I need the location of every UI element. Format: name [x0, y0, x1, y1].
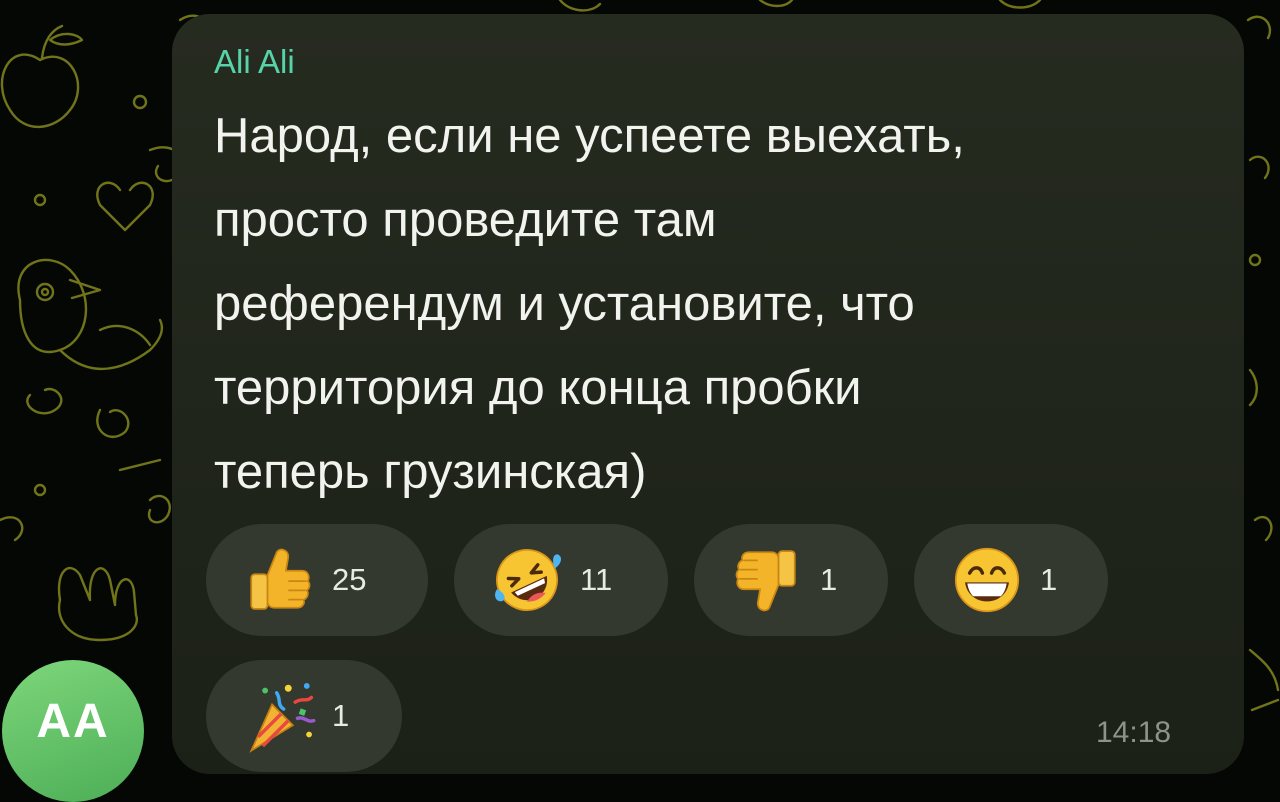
message-line: территория до конца пробки: [214, 361, 862, 415]
rofl-face-icon: [495, 549, 561, 611]
reaction-count: 11: [580, 562, 613, 597]
message-timestamp: 14:18: [1096, 716, 1172, 749]
thumbs-down-icon: [735, 550, 796, 612]
message-line: Народ, если не успеете выехать,: [214, 109, 965, 163]
reaction-count: 1: [1040, 562, 1058, 597]
reaction-rofl[interactable]: 11: [454, 524, 668, 636]
sender-name[interactable]: Ali Ali: [214, 40, 295, 84]
reaction-thumbs-down[interactable]: 1: [694, 524, 888, 636]
reaction-party-popper[interactable]: 1: [206, 660, 402, 772]
reaction-count: 25: [332, 562, 367, 597]
reaction-thumbs-up[interactable]: 25: [206, 524, 428, 636]
reaction-count: 1: [332, 698, 350, 733]
avatar[interactable]: AA: [2, 660, 144, 802]
message-text: Народ, если не успеете выехать, просто п…: [214, 94, 1224, 514]
message-line: теперь грузинская): [214, 445, 647, 499]
grinning-face-icon: [954, 547, 1020, 613]
party-popper-icon: [249, 683, 316, 753]
thumbs-up-icon: [250, 548, 311, 610]
reaction-grinning-face[interactable]: 1: [914, 524, 1108, 636]
message-line: референдум и установите, что: [214, 277, 915, 331]
reaction-count: 1: [820, 562, 838, 597]
avatar-initials: AA: [36, 695, 110, 748]
message-line: просто проведите там: [214, 193, 717, 247]
